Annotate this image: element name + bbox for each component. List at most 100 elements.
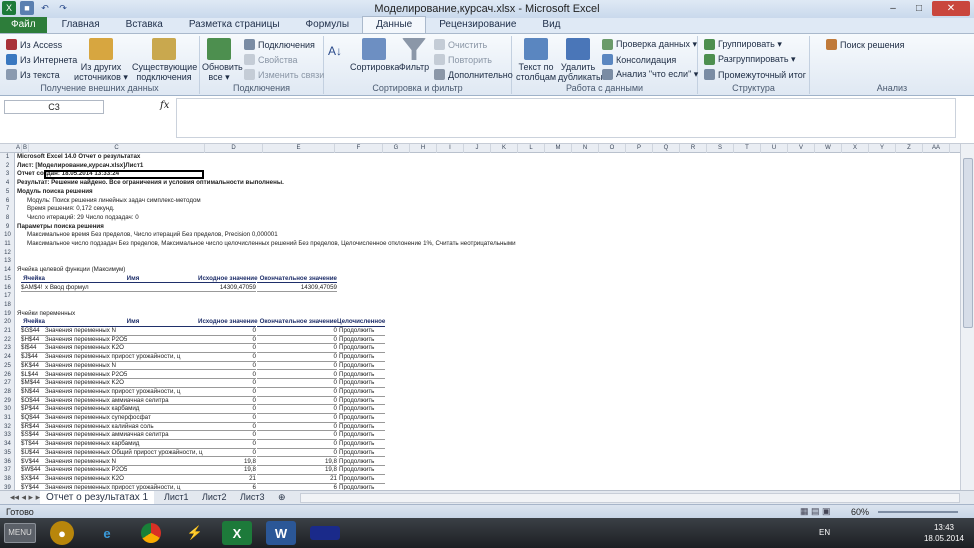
row-header[interactable]: 35: [0, 449, 15, 458]
row-header[interactable]: 11: [0, 240, 15, 249]
row-header[interactable]: 31: [0, 414, 15, 423]
tab-data[interactable]: Данные: [362, 16, 427, 33]
active-cell-c3[interactable]: [44, 170, 204, 180]
existing-connections-button[interactable]: Существующие подключения: [132, 38, 197, 82]
row-header[interactable]: 34: [0, 440, 15, 449]
column-header[interactable]: I: [437, 144, 464, 153]
subtotal-button[interactable]: Промежуточный итог: [704, 69, 806, 80]
name-box[interactable]: C3: [4, 100, 104, 114]
column-header[interactable]: C: [29, 144, 205, 153]
cell-integer[interactable]: Продолжить: [339, 458, 385, 467]
cell-name[interactable]: Значения переменных N: [45, 327, 221, 336]
excel-taskbar-icon[interactable]: X: [222, 521, 252, 545]
cell-name[interactable]: Значения переменных N: [45, 458, 221, 467]
cell-initial-value[interactable]: 0: [198, 371, 256, 380]
row-header[interactable]: 19: [0, 310, 15, 319]
zoom-level[interactable]: 60%: [851, 507, 869, 517]
column-title[interactable]: Исходное значение: [198, 318, 258, 327]
cell-ref[interactable]: $AM$4!: [21, 284, 45, 293]
column-header[interactable]: M: [545, 144, 572, 153]
column-header[interactable]: AA: [923, 144, 950, 153]
column-header[interactable]: Z: [896, 144, 923, 153]
sheet-tab-list2[interactable]: Лист2: [196, 491, 233, 504]
cell-initial-value[interactable]: 0: [198, 362, 256, 371]
column-header[interactable]: U: [761, 144, 788, 153]
cell-text[interactable]: Ячейки переменных: [17, 310, 75, 319]
cell-initial-value[interactable]: 0: [198, 397, 256, 406]
cell-integer[interactable]: Продолжить: [339, 327, 385, 336]
cell-final-value[interactable]: 19,8: [257, 466, 337, 475]
column-title[interactable]: Окончательное значение: [257, 318, 337, 327]
column-header[interactable]: B: [22, 144, 29, 153]
filter-button[interactable]: Фильтр: [398, 38, 430, 72]
insert-function-icon[interactable]: fx: [160, 100, 169, 111]
cell-ref[interactable]: $K$44: [21, 362, 45, 371]
cell-integer[interactable]: Продолжить: [339, 336, 385, 345]
cell-ref[interactable]: $Q$44: [21, 414, 45, 423]
cell-integer[interactable]: Продолжить: [339, 431, 385, 441]
media-player-icon[interactable]: ●: [50, 521, 74, 545]
column-title[interactable]: Ячейка: [21, 275, 47, 284]
new-sheet-icon[interactable]: ⊕: [272, 491, 292, 504]
cell-final-value[interactable]: 0: [257, 362, 337, 371]
solver-button[interactable]: Поиск решения: [826, 39, 905, 50]
cell-initial-value[interactable]: 14309,47059: [198, 284, 256, 293]
row-header[interactable]: 29: [0, 397, 15, 406]
from-access-button[interactable]: Из Access: [6, 39, 62, 50]
tab-page-layout[interactable]: Разметка страницы: [176, 17, 293, 33]
column-header[interactable]: A: [15, 144, 22, 153]
cell-initial-value[interactable]: 0: [198, 388, 256, 397]
cell-name[interactable]: Значения переменных аммиачная селитра: [45, 431, 221, 441]
cell-integer[interactable]: Продолжить: [339, 414, 385, 423]
cell-integer[interactable]: Продолжить: [339, 397, 385, 406]
sheet-tab-report[interactable]: Отчет о результатах 1: [40, 491, 155, 504]
cell-ref[interactable]: $V$44: [21, 458, 45, 467]
column-header[interactable]: D: [205, 144, 263, 153]
cell-text[interactable]: Лист: [Моделирование,курсач.xlsx]Лист1: [17, 162, 143, 171]
row-header[interactable]: 2: [0, 162, 15, 171]
cell-name[interactable]: Значения переменных прирост урожайности,…: [45, 353, 221, 362]
cell-final-value[interactable]: 21: [257, 475, 337, 484]
sort-button[interactable]: Сортировка: [350, 38, 399, 72]
cell-final-value[interactable]: 0: [257, 405, 337, 414]
cell-name[interactable]: Значения переменных N: [45, 362, 221, 371]
row-header[interactable]: 37: [0, 466, 15, 475]
cell-name[interactable]: Значения переменных аммиачная селитра: [45, 397, 221, 406]
tab-insert[interactable]: Вставка: [113, 17, 176, 33]
row-header[interactable]: 23: [0, 344, 15, 353]
cell-ref[interactable]: $M$44: [21, 379, 45, 388]
cell-text[interactable]: Число итераций: 29 Число подзадач: 0: [27, 214, 139, 223]
cell-final-value[interactable]: 0: [257, 440, 337, 449]
row-header[interactable]: 32: [0, 423, 15, 432]
word-taskbar-icon[interactable]: W: [266, 521, 296, 545]
cell-final-value[interactable]: 0: [257, 423, 337, 432]
clock[interactable]: 13:43 18.05.2014: [924, 522, 964, 544]
column-header[interactable]: F: [335, 144, 383, 153]
cell-integer[interactable]: Продолжить: [339, 379, 385, 388]
cell-text[interactable]: Максимальное число подзадач Без пределов…: [27, 240, 516, 249]
row-header[interactable]: 4: [0, 179, 15, 188]
cell-initial-value[interactable]: 0: [198, 423, 256, 432]
cell-integer[interactable]: Продолжить: [339, 353, 385, 362]
chrome-icon[interactable]: [136, 521, 166, 545]
cell-final-value[interactable]: 0: [257, 431, 337, 441]
cell-integer[interactable]: Продолжить: [339, 440, 385, 449]
formula-input[interactable]: [176, 98, 956, 138]
cell-ref[interactable]: $T$44: [21, 440, 45, 449]
column-header[interactable]: Q: [653, 144, 680, 153]
cell-final-value[interactable]: 19,8: [257, 458, 337, 467]
data-validation-button[interactable]: Проверка данных ▾: [602, 39, 697, 50]
column-title[interactable]: Окончательное значение: [257, 275, 337, 284]
bolt-app-icon[interactable]: ⚡: [180, 521, 210, 545]
tab-home[interactable]: Главная: [49, 17, 113, 33]
cell-integer[interactable]: Продолжить: [339, 371, 385, 380]
row-header[interactable]: 28: [0, 388, 15, 397]
worksheet-grid[interactable]: Microsoft Excel 14.0 Отчет о результатах…: [15, 153, 960, 490]
cell-initial-value[interactable]: 0: [198, 353, 256, 362]
column-header[interactable]: S: [707, 144, 734, 153]
cell-ref[interactable]: $L$44: [21, 371, 45, 380]
cell-integer[interactable]: Продолжить: [339, 388, 385, 397]
row-header[interactable]: 14: [0, 266, 15, 275]
cell-initial-value[interactable]: 0: [198, 379, 256, 388]
row-header[interactable]: 9: [0, 223, 15, 232]
